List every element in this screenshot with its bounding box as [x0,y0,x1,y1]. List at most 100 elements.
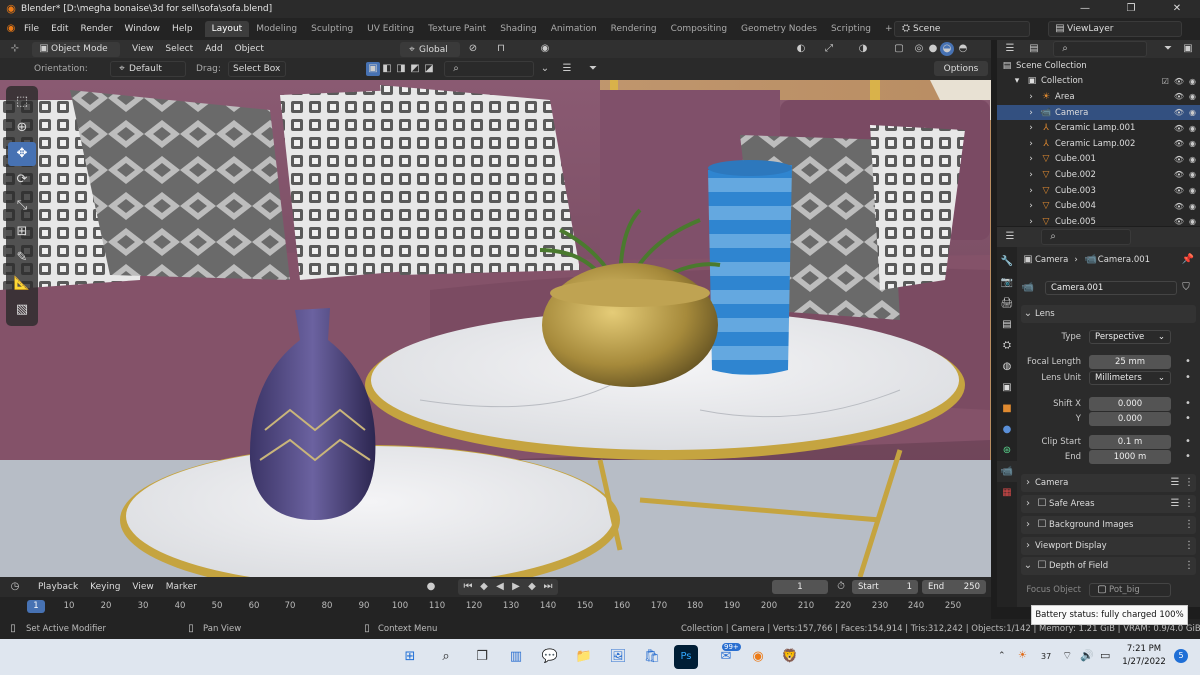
shift-y-field[interactable]: 0.000 [1089,412,1171,426]
play-reverse-icon[interactable]: ◀ [493,580,507,594]
properties-search-input[interactable]: ⌕ [1041,229,1131,245]
rotate-tool-icon[interactable]: ⟳ [8,168,36,192]
camera-render-icon[interactable]: ◉ [1189,124,1196,133]
outliner-collection[interactable]: ▾ ▣ Collection ☑ 👁 ◉ [997,74,1200,90]
tab-rendering[interactable]: Rendering [604,21,664,37]
jump-end-icon[interactable]: ⏭ [541,580,555,594]
menu-render[interactable]: Render [75,24,119,34]
scale-tool-icon[interactable]: ⤡ [8,194,36,218]
pin-icon[interactable]: 📌 [1181,253,1195,267]
brave-icon[interactable]: 🦁 [778,645,802,669]
outliner-item[interactable]: › ▽ Cube.003 👁 ◉ [997,183,1200,199]
start-frame-field[interactable]: Start 1 [852,580,918,594]
weather-icon[interactable]: ☀ [1018,650,1027,661]
keyframe-dot-icon[interactable]: • [1181,371,1195,385]
keyframe-dot-icon[interactable]: • [1181,435,1195,449]
end-frame-field[interactable]: End 250 [922,580,986,594]
snap-icon[interactable]: ⊓ [494,42,508,56]
viewport-menu-select[interactable]: Select [159,44,199,54]
focus-object-field[interactable]: ▢ Pot_big [1089,583,1171,597]
expand-arrow-icon[interactable]: › [1025,154,1037,164]
clip-end-field[interactable]: 1000 m [1089,450,1171,464]
scene-selector[interactable]: ⛭ Scene [894,21,1030,37]
focal-length-field[interactable]: 25 mm [1089,355,1171,369]
outliner-filter-icon[interactable]: ⏷ [1161,42,1175,56]
viewport-menu-view[interactable]: View [126,44,159,54]
eye-icon[interactable]: 👁 [1174,186,1184,195]
rendered-shading-icon[interactable]: ◓ [956,42,970,56]
blender-menu-icon[interactable]: ◉ [4,22,18,36]
minimize-button[interactable]: — [1062,0,1108,18]
eye-icon[interactable]: 👁 [1174,170,1184,179]
render-tab-icon[interactable]: 📷 [997,272,1017,293]
current-frame-field[interactable]: 1 [772,580,828,594]
drag-handle-icon[interactable]: ⋮ [1182,497,1196,511]
prev-keyframe-icon[interactable]: ◆ [477,580,491,594]
camera-render-icon[interactable]: ◉ [1189,155,1196,164]
checkbox-icon[interactable]: ☑ [1162,77,1169,86]
properties-editor-icon[interactable]: ☰ [1003,230,1017,244]
task-view-icon[interactable]: ❐ [470,645,494,669]
editor-type-icon[interactable]: ⊹ [8,42,22,56]
drag-selector[interactable]: Select Box [228,61,286,77]
timeline-menu-playback[interactable]: Playback [32,582,84,592]
tab-shading[interactable]: Shading [493,21,544,37]
expand-arrow-icon[interactable]: › [1025,201,1037,211]
menu-help[interactable]: Help [166,24,199,34]
filter-dropdown-icon[interactable]: ⌄ [538,62,552,76]
keyframe-dot-icon[interactable]: • [1181,412,1195,426]
background-images-section-header[interactable]: › ☐ Background Images ⋮ [1021,516,1196,534]
drag-handle-icon[interactable]: ⋮ [1182,476,1196,490]
expand-arrow-icon[interactable]: › [1025,139,1037,149]
camera-render-icon[interactable]: ◉ [1189,202,1196,211]
notification-badge[interactable]: 5 [1174,649,1188,663]
keyframe-dot-icon[interactable]: • [1181,450,1195,464]
stopwatch-icon[interactable]: ⏱ [834,580,848,594]
select-tool-icon[interactable]: ⬚ [8,90,36,114]
eye-icon[interactable]: 👁 [1174,155,1184,164]
shift-x-field[interactable]: 0.000 [1089,397,1171,411]
presets-list-icon[interactable]: ☰ [1168,497,1182,511]
play-icon[interactable]: ▶ [509,580,523,594]
checkbox-icon[interactable]: ☐ [1035,518,1049,532]
fake-user-icon[interactable]: ⛉ [1179,281,1193,295]
menu-window[interactable]: Window [119,24,167,34]
outliner-item[interactable]: › ⅄ Ceramic Lamp.002 👁 ◉ [997,136,1200,152]
outliner-item[interactable]: › ☀ Area 👁 ◉ [997,89,1200,105]
outliner-item[interactable]: › ▽ Cube.005 👁 ◉ [997,214,1200,226]
depth-of-field-section-header[interactable]: ⌄ ☐ Depth of Field ⋮ [1021,557,1196,575]
menu-edit[interactable]: Edit [45,24,74,34]
new-collection-icon[interactable]: ▣ [1181,42,1195,56]
menu-file[interactable]: File [18,24,45,34]
tab-geometry-nodes[interactable]: Geometry Nodes [734,21,824,37]
blender-taskbar-icon[interactable]: ◉ [746,645,770,669]
photoshop-icon[interactable]: Ps [674,645,698,669]
wifi-icon[interactable]: ⌔ [1062,649,1072,663]
material-shading-icon[interactable]: ◒ [940,42,954,56]
camera-render-icon[interactable]: ◉ [1189,92,1196,101]
display-mode-icon[interactable]: ▤ [1027,42,1041,56]
timeline-ruler[interactable]: 1 10 20 30 40 50 60 70 80 90 100 110 120 130 140 150 160… [0,597,991,619]
camera-render-icon[interactable]: ◉ [1189,217,1196,226]
tab-uv-editing[interactable]: UV Editing [360,21,421,37]
outliner-editor-icon[interactable]: ☰ [1003,42,1017,56]
expand-arrow-icon[interactable]: › [1025,92,1037,102]
close-button[interactable]: ✕ [1154,0,1200,18]
expand-arrow-icon[interactable]: › [1025,123,1037,133]
timeline-menu-marker[interactable]: Marker [160,582,203,592]
keyframe-dot-icon[interactable]: • [1181,355,1195,369]
lens-type-dropdown[interactable]: Perspective ⌄ [1089,330,1171,344]
object-tab-icon[interactable]: ■ [997,398,1017,419]
select-mode-intersect-icon[interactable]: ◪ [422,62,436,76]
expand-arrow-icon[interactable]: › [1025,186,1037,196]
texture-tab-icon[interactable]: ▦ [997,482,1017,503]
tab-texture-paint[interactable]: Texture Paint [421,21,493,37]
clip-start-field[interactable]: 0.1 m [1089,435,1171,449]
select-mode-subtract-icon[interactable]: ◨ [394,62,408,76]
checkbox-icon[interactable]: ☐ [1035,497,1049,511]
camera-data-tab-icon[interactable]: 📹 [997,461,1017,482]
options-button[interactable]: Options [934,61,988,76]
outliner-item[interactable]: › ▽ Cube.002 👁 ◉ [997,167,1200,183]
gizmo-icon[interactable]: ⤢ [822,42,836,56]
timeline-menu-view[interactable]: View [126,582,159,592]
